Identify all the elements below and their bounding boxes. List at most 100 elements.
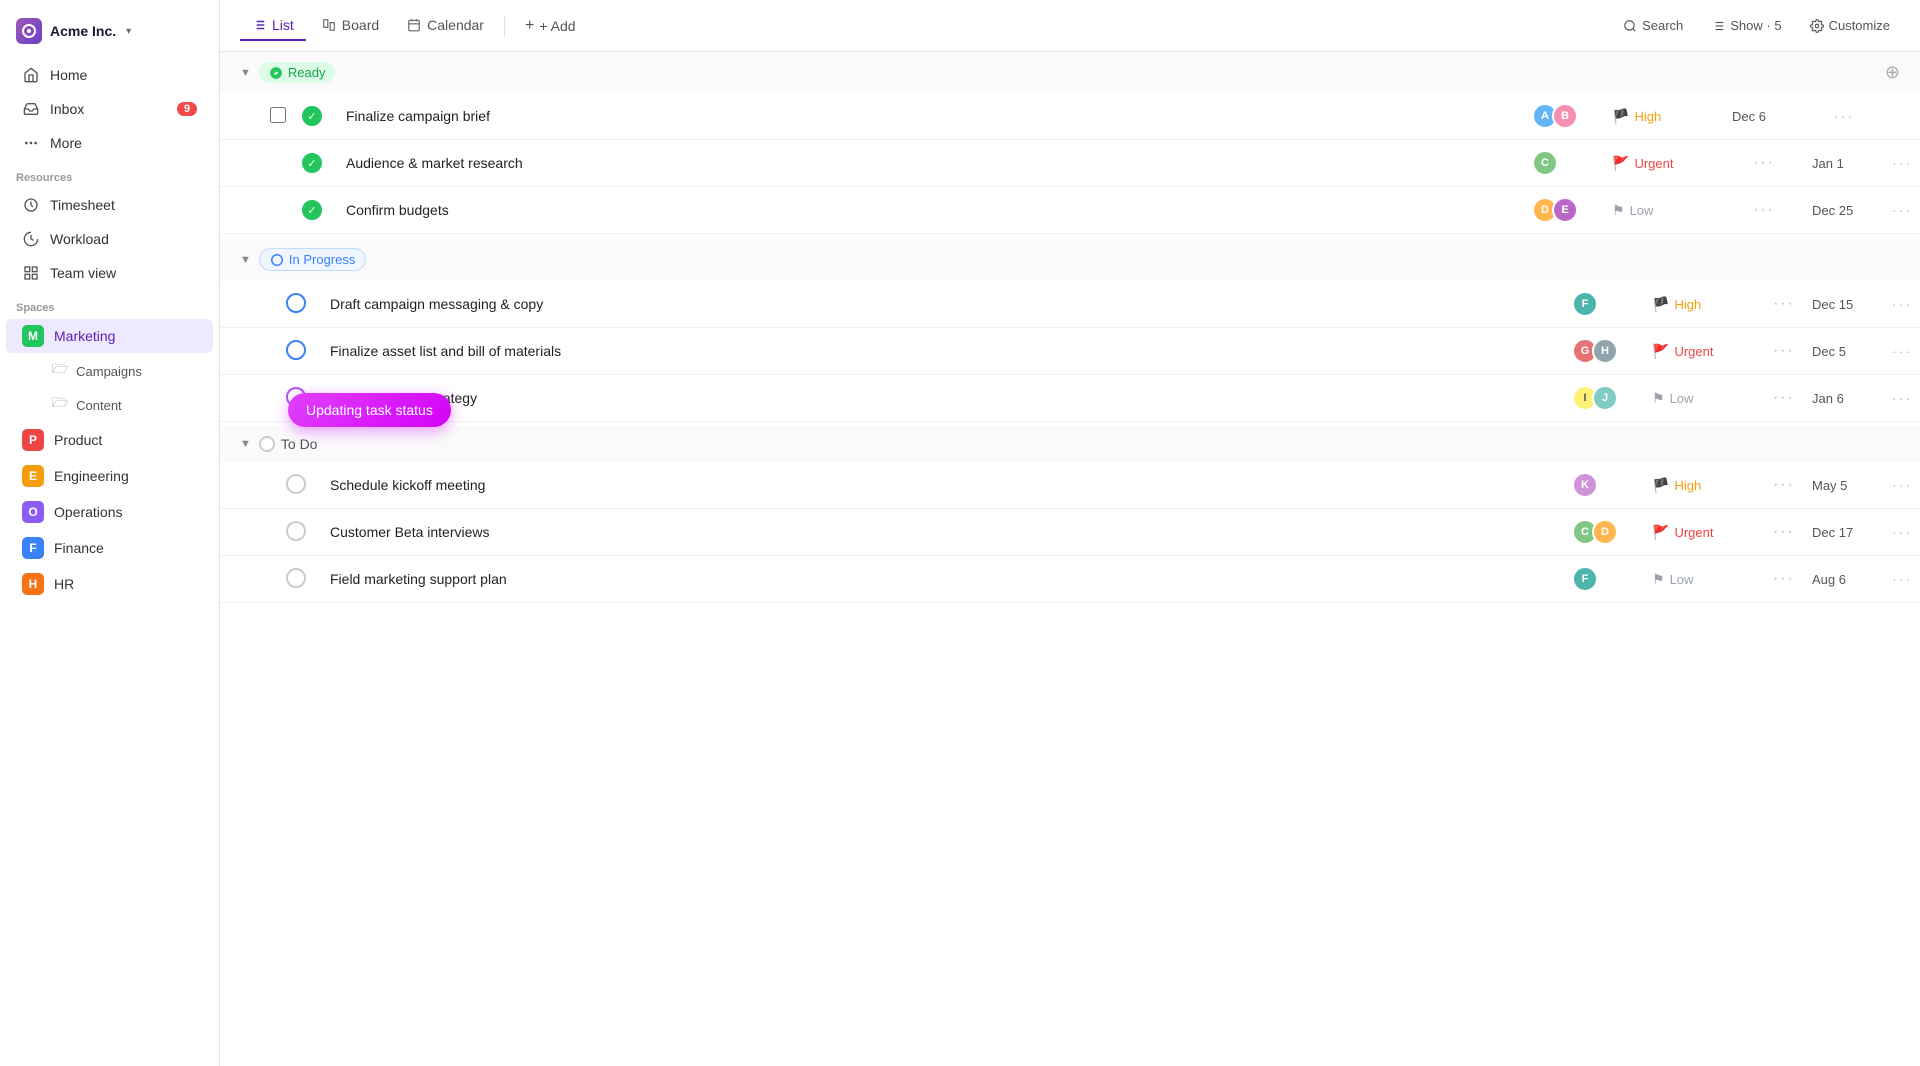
- space-operations[interactable]: O Operations: [6, 495, 213, 529]
- priority-label: High: [1674, 297, 1701, 312]
- board-icon: [322, 18, 336, 32]
- table-row: Customer Beta interviews C D 🚩 Urgent: [220, 509, 1920, 556]
- tab-calendar-label: Calendar: [427, 17, 484, 33]
- nav-workload[interactable]: Workload: [6, 223, 213, 255]
- task-more-col: ···: [1884, 140, 1920, 187]
- nav-home[interactable]: Home: [6, 59, 213, 91]
- task-name-col: Field marketing support plan: [322, 556, 1564, 603]
- show-button[interactable]: Show · 5: [1701, 13, 1791, 38]
- task-more-col: ···: [1884, 281, 1920, 328]
- task-date-col: Dec 5: [1804, 328, 1884, 375]
- more-dots[interactable]: ···: [1892, 390, 1912, 406]
- status-circle-done[interactable]: ✓: [302, 200, 322, 220]
- task-status-col: [278, 462, 322, 509]
- space-marketing[interactable]: M Marketing: [6, 319, 213, 353]
- space-product[interactable]: P Product: [6, 423, 213, 457]
- tab-calendar[interactable]: Calendar: [395, 11, 496, 41]
- avatar[interactable]: K: [1572, 472, 1598, 498]
- ready-collapse-icon[interactable]: ▼: [240, 67, 251, 79]
- avatar[interactable]: F: [1572, 566, 1598, 592]
- show-icon: [1711, 19, 1725, 33]
- nav-timesheet[interactable]: Timesheet: [6, 189, 213, 221]
- space-finance[interactable]: F Finance: [6, 531, 213, 565]
- add-button[interactable]: + + Add: [513, 11, 588, 41]
- status-circle-todo[interactable]: [286, 474, 306, 494]
- more-dots-inline[interactable]: ···: [1773, 295, 1795, 312]
- space-hr[interactable]: H HR: [6, 567, 213, 601]
- more-dots[interactable]: ···: [1834, 108, 1854, 124]
- task-dots-col: ···: [1764, 509, 1804, 556]
- task-name-col: Define channel strategy: [322, 375, 1564, 422]
- task-priority-col: 🏴 High: [1604, 93, 1724, 140]
- status-circle-done[interactable]: ✓: [302, 106, 322, 126]
- space-operations-label: Operations: [54, 504, 122, 520]
- status-circle-done[interactable]: ✓: [302, 153, 322, 173]
- priority-flag: 🚩 Urgent: [1652, 343, 1713, 360]
- avatar[interactable]: H: [1592, 338, 1618, 364]
- search-button[interactable]: Search: [1613, 13, 1693, 38]
- task-more-col: ···: [1804, 93, 1884, 140]
- more-dots-inline[interactable]: ···: [1773, 389, 1795, 406]
- more-dots[interactable]: ···: [1892, 296, 1912, 312]
- priority-flag: 🚩 Urgent: [1612, 155, 1673, 172]
- more-dots[interactable]: ···: [1892, 202, 1912, 218]
- section-todo-header[interactable]: ▼ To Do: [220, 426, 1920, 462]
- more-dots-inline[interactable]: ···: [1773, 476, 1795, 493]
- tab-list[interactable]: List: [240, 11, 306, 41]
- more-dots[interactable]: ···: [1892, 477, 1912, 493]
- flag-icon: 🏴: [1612, 108, 1629, 125]
- tab-list-label: List: [272, 17, 294, 33]
- todo-collapse-icon[interactable]: ▼: [240, 438, 251, 450]
- folder-icon-campaigns: 🗁: [52, 360, 68, 382]
- status-circle-todo[interactable]: [286, 521, 306, 541]
- space-content[interactable]: 🗁 Content: [6, 389, 213, 421]
- task-name-col: Confirm budgets: [338, 187, 1524, 234]
- avatar[interactable]: B: [1552, 103, 1578, 129]
- task-assignees-col: I J: [1564, 375, 1644, 422]
- more-dots-inline[interactable]: ···: [1773, 523, 1795, 540]
- section-ready-header[interactable]: ▼ Ready ⊕: [220, 52, 1920, 93]
- task-checkbox[interactable]: [270, 107, 286, 123]
- avatar[interactable]: D: [1592, 519, 1618, 545]
- company-header[interactable]: Acme Inc. ▾: [0, 12, 219, 58]
- assignee-group: C D: [1572, 519, 1636, 545]
- nav-inbox[interactable]: Inbox 9: [6, 93, 213, 125]
- more-dots[interactable]: ···: [1892, 524, 1912, 540]
- task-date-col: May 5: [1804, 462, 1884, 509]
- more-dots[interactable]: ···: [1892, 155, 1912, 171]
- tab-board[interactable]: Board: [310, 11, 391, 41]
- more-dots-inline[interactable]: ···: [1773, 342, 1795, 359]
- row-checkbox-col: [220, 281, 278, 328]
- status-circle-todo[interactable]: [286, 568, 306, 588]
- customize-button[interactable]: Customize: [1800, 13, 1900, 38]
- task-name-text: Finalize asset list and bill of material…: [330, 343, 561, 359]
- space-engineering[interactable]: E Engineering: [6, 459, 213, 493]
- inprogress-collapse-icon[interactable]: ▼: [240, 254, 251, 266]
- task-date-col: Dec 6: [1724, 93, 1804, 140]
- avatar[interactable]: C: [1532, 150, 1558, 176]
- avatar[interactable]: E: [1552, 197, 1578, 223]
- status-circle-inprogress[interactable]: [286, 340, 306, 360]
- space-badge-h: H: [22, 573, 44, 595]
- task-dots-col: ···: [1764, 462, 1804, 509]
- todo-status-icon: [259, 436, 275, 452]
- assignee-group: I J: [1572, 385, 1636, 411]
- task-status-col: [278, 509, 322, 556]
- nav-teamview[interactable]: Team view: [6, 257, 213, 289]
- ready-add-button[interactable]: ⊕: [1885, 62, 1900, 83]
- status-circle-inprogress[interactable]: [286, 293, 306, 313]
- more-dots-inline[interactable]: ···: [1753, 154, 1775, 171]
- task-name-col: Draft campaign messaging & copy: [322, 281, 1564, 328]
- space-campaigns[interactable]: 🗁 Campaigns: [6, 355, 213, 387]
- tab-board-label: Board: [342, 17, 379, 33]
- avatar[interactable]: F: [1572, 291, 1598, 317]
- avatar[interactable]: J: [1592, 385, 1618, 411]
- flag-icon: ⚑: [1652, 390, 1665, 407]
- section-inprogress-header[interactable]: ▼ In Progress: [220, 238, 1920, 281]
- more-dots[interactable]: ···: [1892, 571, 1912, 587]
- more-dots-inline[interactable]: ···: [1753, 201, 1775, 218]
- nav-more[interactable]: More: [6, 127, 213, 159]
- more-dots[interactable]: ···: [1892, 343, 1912, 359]
- task-dots-col: ···: [1764, 556, 1804, 603]
- more-dots-inline[interactable]: ···: [1773, 570, 1795, 587]
